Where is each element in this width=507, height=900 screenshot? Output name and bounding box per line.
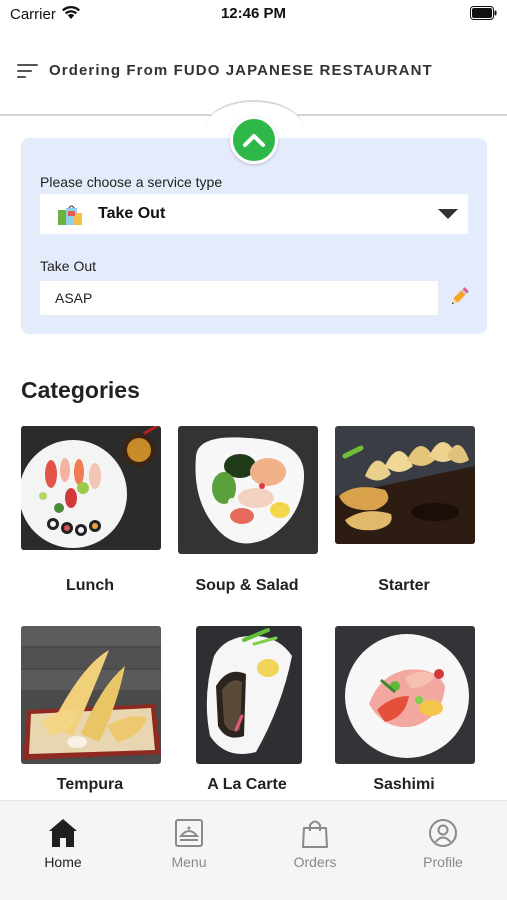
takeout-time-field[interactable]: ASAP [40,281,438,315]
menu-tray-icon [175,819,203,847]
takeout-bag-icon [58,205,82,225]
status-bar: Carrier 12:46 PM [0,0,507,30]
tab-label: Profile [423,854,463,870]
home-icon [49,819,77,847]
tab-label: Menu [171,854,207,870]
tab-profile[interactable]: Profile [380,801,506,881]
collapse-button[interactable] [230,116,278,164]
category-label: Lunch [66,577,114,594]
category-sashimi[interactable]: Sashimi [329,626,479,800]
profile-icon [429,819,457,847]
category-starter[interactable]: Starter [329,426,479,606]
category-tempura[interactable]: Tempura [15,626,165,800]
chevron-up-icon [243,134,265,147]
service-type-select[interactable]: Take Out [40,194,468,234]
lunch-image [21,426,161,550]
hamburger-menu-icon[interactable] [17,64,38,80]
categories-title: Categories [21,377,140,403]
category-label: Tempura [56,776,124,793]
tab-orders[interactable]: Orders [252,801,378,881]
tab-label: Orders [293,854,337,870]
tab-menu[interactable]: Menu [126,801,252,881]
clock: 12:46 PM [220,5,287,22]
tab-home[interactable]: Home [0,801,126,881]
sashimi-image [335,626,475,764]
category-soup-salad[interactable]: Soup & Salad [172,426,322,606]
starter-image [335,426,475,544]
header-title: Ordering From FUDO JAPANESE RESTAURANT [49,62,433,79]
service-type-card: Please choose a service type Take Out Ta… [21,138,487,334]
tab-label: Home [44,854,82,870]
service-type-value: Take Out [98,205,166,222]
category-label: Soup & Salad [195,577,299,594]
pencil-edit-icon[interactable] [449,287,469,307]
category-a-la-carte[interactable]: A La Carte [172,626,322,800]
takeout-time-label: Take Out [40,258,97,274]
category-label: A La Carte [207,776,287,793]
service-type-label: Please choose a service type [40,174,223,190]
header: Ordering From FUDO JAPANESE RESTAURANT [0,40,507,104]
category-label: Sashimi [373,776,435,793]
dropdown-caret-icon [438,209,458,219]
battery-icon [470,6,497,20]
shopping-bag-icon [302,820,328,848]
a-la-carte-image [196,626,302,764]
category-lunch[interactable]: Lunch [15,426,165,606]
tab-bar: Home Menu Orders Profile [0,800,507,900]
category-label: Starter [378,577,430,594]
soup-salad-image [178,426,318,554]
tempura-image [21,626,161,764]
